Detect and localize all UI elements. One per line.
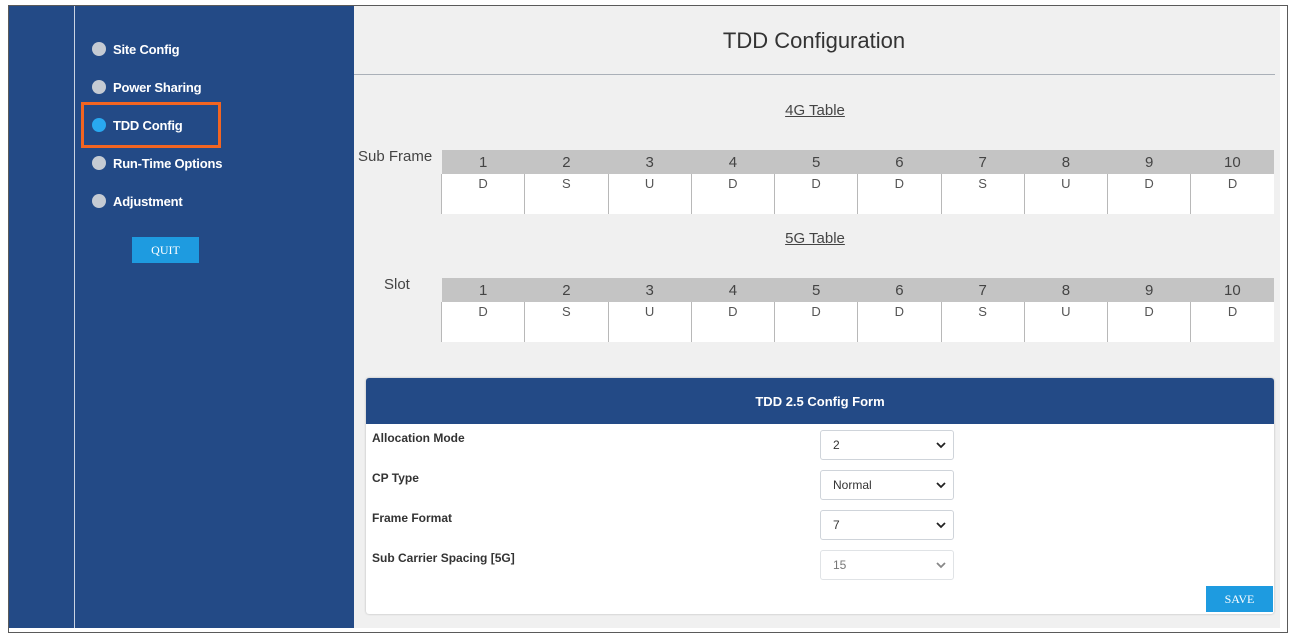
- table-5g: 1 2 3 4 5 6 7 8 9 10 D S U D D D S U D D: [440, 278, 1274, 342]
- table-4g-value-cell: D: [690, 174, 775, 214]
- table-4g-value-cell: D: [1106, 174, 1191, 214]
- save-button[interactable]: SAVE: [1206, 586, 1273, 612]
- table-5g-header-cell: 4: [691, 278, 775, 302]
- table-5g-header-cell: 1: [441, 278, 525, 302]
- table-4g-header-cell: 1: [441, 150, 525, 174]
- sub-carrier-spacing-label: Sub Carrier Spacing [5G]: [372, 551, 515, 565]
- title-divider: [354, 74, 1275, 75]
- sidebar-divider: [74, 6, 75, 628]
- table-4g-value-cell: D: [1190, 174, 1274, 214]
- table-5g-value-cell: S: [524, 302, 608, 342]
- table-4g-header-cell: 7: [941, 150, 1025, 174]
- select-value: Normal: [833, 478, 872, 492]
- table-5g-header-cell: 3: [608, 278, 692, 302]
- table-5g-header-cell: 6: [857, 278, 941, 302]
- sidebar: [9, 6, 354, 628]
- table-5g-header-cell: 9: [1107, 278, 1191, 302]
- frame-format-label: Frame Format: [372, 511, 453, 525]
- bullet-icon: [92, 156, 106, 170]
- bullet-icon: [92, 42, 106, 56]
- table-5g-header-cell: 5: [774, 278, 858, 302]
- allocation-mode-select[interactable]: 2: [820, 430, 954, 460]
- table-5g-header-cell: 10: [1190, 278, 1274, 302]
- page-title: TDD Configuration: [722, 28, 906, 53]
- select-value: 2: [833, 438, 840, 452]
- table-4g-header-cell: 6: [857, 150, 941, 174]
- table-5g-value-cell: D: [1190, 302, 1274, 342]
- table-4g-value-cell: D: [440, 174, 525, 214]
- table-5g-value-row: D S U D D D S U D D: [440, 302, 1274, 342]
- sidebar-item-site-config[interactable]: Site Config: [92, 38, 180, 60]
- bullet-icon: [92, 80, 106, 94]
- table-5g-header-row: 1 2 3 4 5 6 7 8 9 10: [441, 278, 1274, 302]
- table-4g-header-cell: 4: [691, 150, 775, 174]
- table-4g-header-cell: 10: [1190, 150, 1274, 174]
- sidebar-item-label: Run-Time Options: [113, 155, 223, 171]
- table-4g-header-cell: 2: [524, 150, 608, 174]
- table-5g-caption: 5G Table: [785, 230, 845, 247]
- sidebar-item-label: Power Sharing: [113, 79, 202, 95]
- table-4g-value-cell: S: [524, 174, 608, 214]
- table-4g-header-cell: 5: [774, 150, 858, 174]
- table-4g-value-cell: D: [857, 174, 941, 214]
- table-4g-header-cell: 9: [1107, 150, 1191, 174]
- sub-carrier-spacing-select[interactable]: 15: [820, 550, 954, 580]
- sidebar-item-power-sharing[interactable]: Power Sharing: [92, 76, 202, 98]
- cp-type-select[interactable]: Normal: [820, 470, 954, 500]
- sidebar-item-label: Site Config: [113, 41, 180, 57]
- chevron-down-icon: [936, 442, 946, 449]
- sub-frame-label: Sub Frame: [358, 148, 433, 165]
- tdd-config-form: TDD 2.5 Config Form Allocation Mode 2 CP…: [366, 378, 1274, 614]
- select-value: 7: [833, 518, 840, 532]
- table-4g-value-cell: U: [1023, 174, 1108, 214]
- bullet-icon: [92, 194, 106, 208]
- form-title: TDD 2.5 Config Form: [366, 378, 1274, 424]
- table-5g-header-cell: 2: [524, 278, 608, 302]
- table-4g-value-row: D S U D D D S U D D: [440, 174, 1274, 214]
- table-5g-value-cell: D: [1106, 302, 1191, 342]
- slot-label: Slot: [384, 276, 410, 293]
- table-5g-value-cell: U: [607, 302, 692, 342]
- table-5g-value-cell: D: [773, 302, 858, 342]
- table-5g-header-cell: 8: [1024, 278, 1108, 302]
- table-5g-value-cell: S: [940, 302, 1025, 342]
- sidebar-item-label: Adjustment: [113, 193, 183, 209]
- table-4g-value-cell: D: [773, 174, 858, 214]
- chevron-down-icon: [936, 522, 946, 529]
- allocation-mode-label: Allocation Mode: [372, 431, 465, 445]
- chevron-down-icon: [936, 482, 946, 489]
- sidebar-item-adjustment[interactable]: Adjustment: [92, 190, 183, 212]
- table-5g-value-cell: D: [690, 302, 775, 342]
- quit-button[interactable]: QUIT: [132, 237, 199, 263]
- selection-highlight-box: [81, 102, 221, 148]
- select-value: 15: [833, 558, 847, 572]
- table-4g-header-row: 1 2 3 4 5 6 7 8 9 10: [441, 150, 1274, 174]
- table-4g-value-cell: U: [607, 174, 692, 214]
- table-4g-header-cell: 3: [608, 150, 692, 174]
- chevron-down-icon: [936, 562, 946, 569]
- table-4g-value-cell: S: [940, 174, 1025, 214]
- table-4g: 1 2 3 4 5 6 7 8 9 10 D S U D D D S U D D: [440, 150, 1274, 214]
- cp-type-label: CP Type: [372, 471, 419, 485]
- table-5g-value-cell: D: [440, 302, 525, 342]
- table-5g-value-cell: U: [1023, 302, 1108, 342]
- table-5g-header-cell: 7: [941, 278, 1025, 302]
- table-4g-header-cell: 8: [1024, 150, 1108, 174]
- table-4g-caption: 4G Table: [785, 102, 845, 119]
- table-5g-value-cell: D: [857, 302, 941, 342]
- sidebar-item-run-time-options[interactable]: Run-Time Options: [92, 152, 222, 174]
- frame-format-select[interactable]: 7: [820, 510, 954, 540]
